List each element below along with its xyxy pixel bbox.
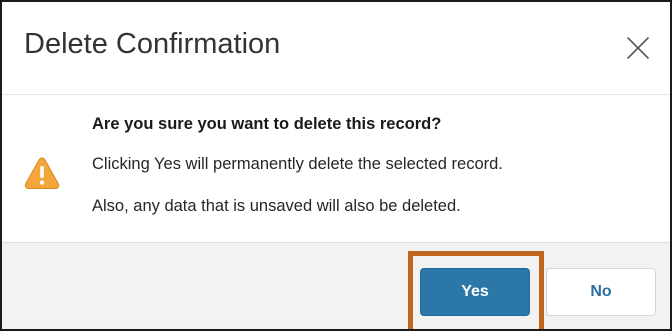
confirmation-question: Are you sure you want to delete this rec… [92,115,442,133]
dialog-footer: Yes No [2,242,670,329]
no-button[interactable]: No [546,268,656,316]
dialog-title: Delete Confirmation [24,28,281,60]
dialog-body: Are you sure you want to delete this rec… [2,94,670,242]
close-button[interactable] [618,28,658,68]
yes-button[interactable]: Yes [420,268,530,316]
delete-confirmation-dialog: Delete Confirmation Are you sure you wan… [0,0,672,331]
permanent-delete-message: Clicking Yes will permanently delete the… [92,155,503,173]
warning-triangle-icon [24,157,60,189]
unsaved-data-message: Also, any data that is unsaved will also… [92,197,461,215]
close-icon [627,37,649,59]
dialog-header: Delete Confirmation [2,2,670,94]
